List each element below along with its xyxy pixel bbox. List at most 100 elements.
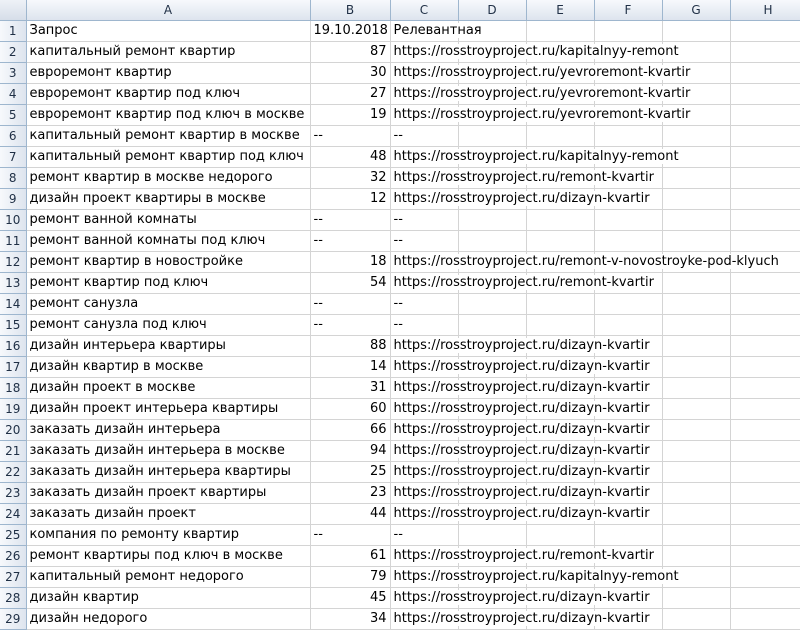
cell-relevant-url[interactable]: https://rosstroyproject.ru/dizayn-kvarti… [390, 188, 652, 210]
cell-relevant-header[interactable]: Релевантная [390, 20, 484, 42]
cell-relevant-url[interactable]: https://rosstroyproject.ru/dizayn-kvarti… [390, 482, 652, 504]
cell-empty[interactable] [458, 293, 527, 315]
cell-query[interactable]: евроремонт квартир под ключ [26, 83, 311, 105]
cell-empty[interactable] [594, 230, 663, 252]
cell-position[interactable]: 54 [310, 272, 391, 294]
row-number[interactable]: 22 [0, 461, 27, 483]
cell-empty[interactable] [730, 545, 800, 567]
cell-query[interactable]: компания по ремонту квартир [26, 524, 311, 546]
cell-empty[interactable] [730, 587, 800, 609]
row-number[interactable]: 15 [0, 314, 27, 336]
row-number[interactable]: 10 [0, 209, 27, 231]
cell-empty[interactable] [730, 41, 800, 63]
cell-query[interactable]: ремонт квартир в москве недорого [26, 167, 311, 189]
cell-position[interactable]: 48 [310, 146, 391, 168]
cell-relevant-url[interactable]: https://rosstroyproject.ru/dizayn-kvarti… [390, 587, 652, 609]
cell-query[interactable]: капитальный ремонт квартир [26, 41, 311, 63]
cell-position[interactable]: -- [310, 524, 391, 546]
cell-empty[interactable] [662, 419, 731, 441]
cell-empty[interactable] [730, 461, 800, 483]
column-header-g[interactable]: G [662, 0, 731, 21]
cell-empty[interactable] [730, 209, 800, 231]
cell-relevant-url[interactable]: https://rosstroyproject.ru/yevroremont-k… [390, 62, 693, 84]
cell-empty[interactable] [526, 524, 595, 546]
cell-empty[interactable] [730, 293, 800, 315]
column-header-c[interactable]: C [390, 0, 459, 21]
cell-position[interactable]: 25 [310, 461, 391, 483]
cell-query[interactable]: ремонт санузла под ключ [26, 314, 311, 336]
row-number[interactable]: 23 [0, 482, 27, 504]
row-number[interactable]: 6 [0, 125, 27, 147]
cell-empty[interactable] [730, 398, 800, 420]
cell-relevant-url[interactable]: https://rosstroyproject.ru/remont-kvarti… [390, 167, 656, 189]
cell-relevant-url[interactable]: https://rosstroyproject.ru/remont-kvarti… [390, 272, 656, 294]
cell-position[interactable]: -- [310, 125, 391, 147]
cell-relevant-url[interactable]: https://rosstroyproject.ru/dizayn-kvarti… [390, 419, 652, 441]
cell-empty[interactable] [730, 440, 800, 462]
row-number[interactable]: 7 [0, 146, 27, 168]
column-header-f[interactable]: F [594, 0, 663, 21]
cell-empty[interactable] [662, 356, 731, 378]
row-number[interactable]: 9 [0, 188, 27, 210]
cell-relevant-url[interactable]: -- [390, 314, 459, 336]
cell-empty[interactable] [458, 314, 527, 336]
cell-query[interactable]: ремонт квартиры под ключ в москве [26, 545, 311, 567]
cell-empty[interactable] [662, 335, 731, 357]
cell-empty[interactable] [662, 20, 731, 42]
row-number[interactable]: 12 [0, 251, 27, 273]
cell-query[interactable]: ремонт квартир в новостройке [26, 251, 311, 273]
cell-query[interactable]: капитальный ремонт квартир в москве [26, 125, 311, 147]
cell-empty[interactable] [730, 566, 800, 588]
cell-empty[interactable] [594, 314, 663, 336]
cell-position[interactable]: 14 [310, 356, 391, 378]
cell-empty[interactable] [730, 146, 800, 168]
cell-position[interactable]: 45 [310, 587, 391, 609]
cell-empty[interactable] [526, 230, 595, 252]
cell-query[interactable]: евроремонт квартир [26, 62, 311, 84]
cell-empty[interactable] [730, 608, 800, 630]
cell-empty[interactable] [594, 209, 663, 231]
cell-query[interactable]: дизайн проект интерьера квартиры [26, 398, 311, 420]
column-header-e[interactable]: E [526, 0, 595, 21]
cell-query[interactable]: капитальный ремонт недорого [26, 566, 311, 588]
cell-empty[interactable] [662, 314, 731, 336]
cell-empty[interactable] [662, 608, 731, 630]
cell-empty[interactable] [662, 125, 731, 147]
cell-empty[interactable] [730, 83, 800, 105]
cell-empty[interactable] [458, 209, 527, 231]
row-number[interactable]: 1 [0, 20, 27, 42]
cell-position[interactable]: 31 [310, 377, 391, 399]
cell-relevant-url[interactable]: https://rosstroyproject.ru/yevroremont-k… [390, 104, 693, 126]
cell-position[interactable]: 32 [310, 167, 391, 189]
cell-empty[interactable] [526, 20, 595, 42]
row-number[interactable]: 2 [0, 41, 27, 63]
cell-empty[interactable] [730, 167, 800, 189]
row-number[interactable]: 3 [0, 62, 27, 84]
cell-query[interactable]: евроремонт квартир под ключ в москве [26, 104, 311, 126]
row-number[interactable]: 5 [0, 104, 27, 126]
cell-position[interactable]: 30 [310, 62, 391, 84]
row-number[interactable]: 17 [0, 356, 27, 378]
cell-query[interactable]: ремонт квартир под ключ [26, 272, 311, 294]
cell-relevant-url[interactable]: -- [390, 293, 459, 315]
row-number[interactable]: 14 [0, 293, 27, 315]
row-number[interactable]: 28 [0, 587, 27, 609]
cell-query[interactable]: дизайн недорого [26, 608, 311, 630]
column-header-d[interactable]: D [458, 0, 527, 21]
cell-position[interactable]: 79 [310, 566, 391, 588]
cell-position[interactable]: 23 [310, 482, 391, 504]
cell-position[interactable]: 94 [310, 440, 391, 462]
cell-relevant-url[interactable]: https://rosstroyproject.ru/yevroremont-k… [390, 83, 693, 105]
cell-query[interactable]: заказать дизайн интерьера квартиры [26, 461, 311, 483]
cell-empty[interactable] [662, 503, 731, 525]
row-number[interactable]: 18 [0, 377, 27, 399]
cell-relevant-url[interactable]: https://rosstroyproject.ru/dizayn-kvarti… [390, 335, 652, 357]
cell-query[interactable]: ремонт ванной комнаты [26, 209, 311, 231]
cell-empty[interactable] [458, 125, 527, 147]
cell-empty[interactable] [730, 272, 800, 294]
cell-query[interactable]: дизайн интерьера квартиры [26, 335, 311, 357]
cell-query[interactable]: ремонт ванной комнаты под ключ [26, 230, 311, 252]
cell-date-header[interactable]: 19.10.2018 [310, 20, 391, 42]
cell-empty[interactable] [662, 188, 731, 210]
cell-position[interactable]: 34 [310, 608, 391, 630]
